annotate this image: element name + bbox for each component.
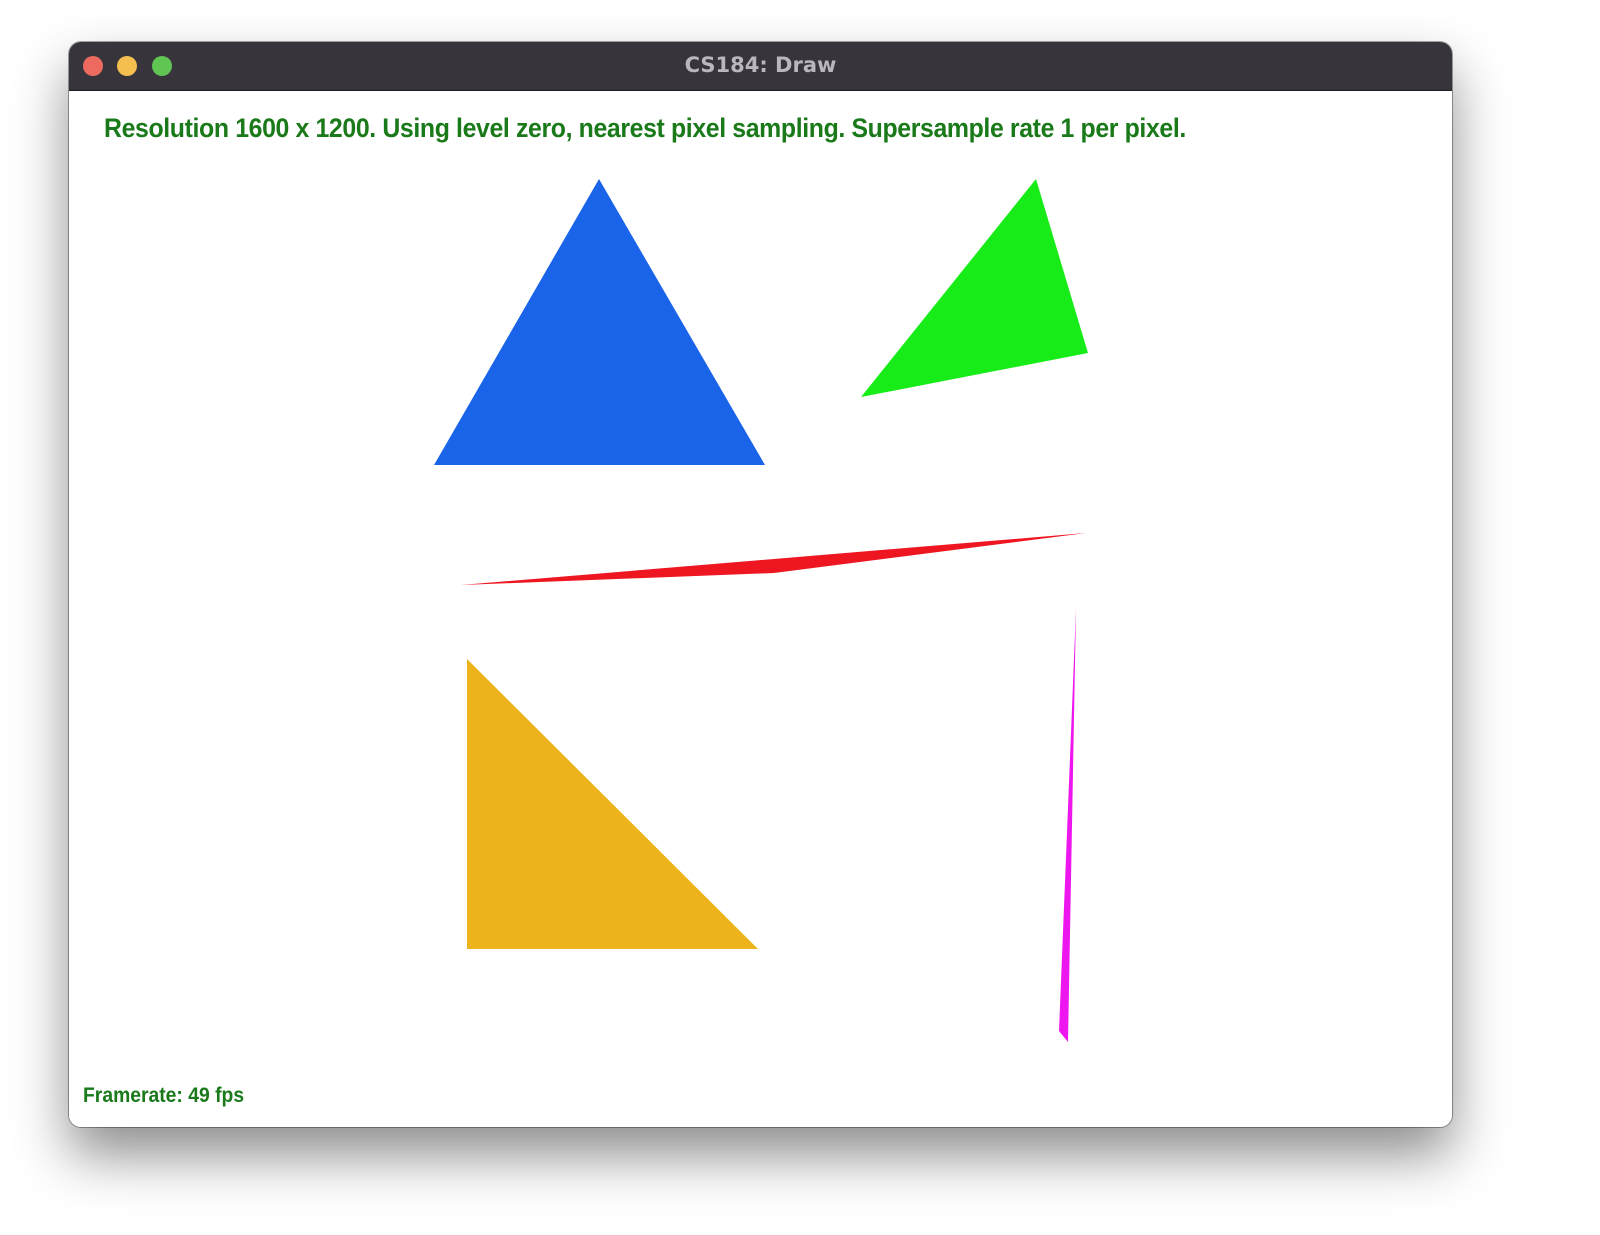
blue-triangle: [434, 179, 765, 465]
draw-canvas[interactable]: Resolution 1600 x 1200. Using level zero…: [69, 91, 1452, 1127]
scene-svg: [434, 179, 1088, 1042]
status-line: Resolution 1600 x 1200. Using level zero…: [104, 113, 1186, 143]
red-sliver-triangle: [461, 533, 1086, 585]
title-bar[interactable]: CS184: Draw: [69, 42, 1452, 91]
yellow-triangle: [467, 659, 758, 949]
magenta-sliver-triangle: [1059, 609, 1076, 1042]
window-title: CS184: Draw: [684, 53, 837, 77]
framerate-label: Framerate: 49 fps: [83, 1084, 245, 1107]
green-triangle: [861, 179, 1088, 397]
app-window: CS184: Draw Resolution 1600 x 1200. Usin…: [69, 42, 1452, 1127]
